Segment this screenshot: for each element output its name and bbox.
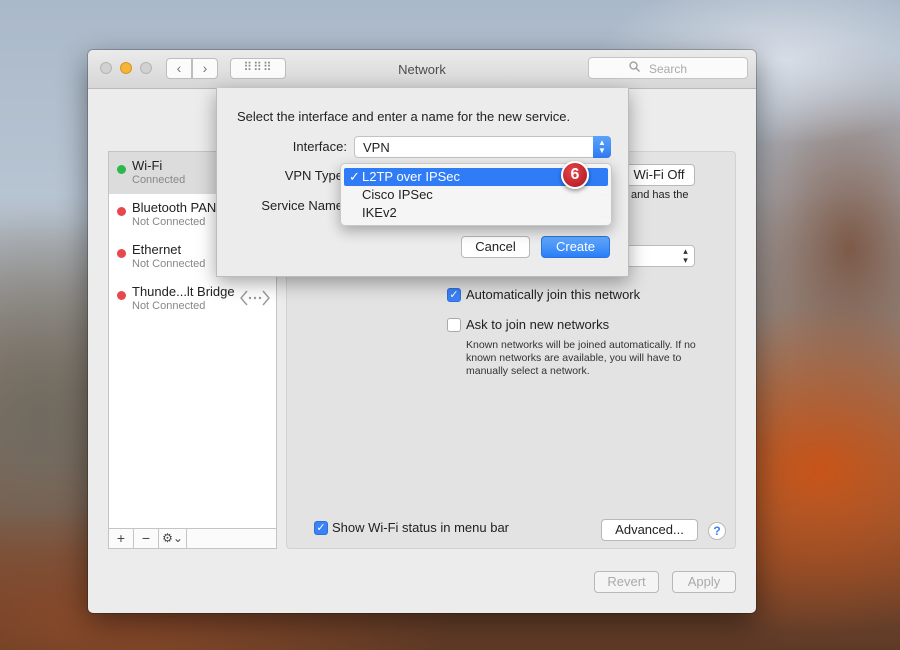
status-dot — [117, 207, 126, 216]
interface-label: Interface: — [292, 139, 347, 154]
service-status: Not Connected — [132, 258, 206, 270]
vpn-type-label: VPN Type — [284, 168, 343, 183]
service-status: Not Connected — [132, 216, 206, 228]
status-description: and has the — [631, 189, 689, 201]
title-bar: ‹ › ⠿⠿⠿ Network Search — [88, 50, 756, 89]
help-button[interactable]: ? — [708, 522, 726, 540]
ask-join-note: Known networks will be joined automatica… — [466, 339, 696, 377]
apply-button[interactable]: Apply — [672, 571, 736, 593]
cancel-button[interactable]: Cancel — [461, 236, 530, 258]
popup-arrows-icon: ▴ ▾ — [683, 246, 688, 265]
menu-item-ikev2[interactable]: IKEv2 — [344, 204, 608, 222]
menu-item-label: IKEv2 — [362, 205, 397, 220]
ask-join-label: Ask to join new networks — [466, 317, 610, 332]
checkmark-icon: ✓ — [349, 169, 360, 184]
menu-item-label: Cisco IPSec — [362, 187, 433, 202]
service-name: Thunde...lt Bridge — [132, 284, 235, 299]
menu-item-cisco-ipsec[interactable]: Cisco IPSec — [344, 186, 608, 204]
service-list-toolbar: + − ⚙⌄ — [108, 528, 277, 549]
interface-popup[interactable]: VPN ▲ ▼ — [354, 136, 611, 158]
add-service-button[interactable]: + — [109, 529, 134, 548]
service-name: Bluetooth PAN — [132, 200, 217, 215]
checkmark-icon: ✓ — [316, 522, 326, 534]
remove-service-button[interactable]: − — [134, 529, 159, 548]
search-icon — [629, 61, 640, 75]
advanced-button[interactable]: Advanced... — [601, 519, 698, 541]
revert-button[interactable]: Revert — [594, 571, 659, 593]
menu-item-label: L2TP over IPSec — [362, 169, 461, 184]
show-wifi-status-checkbox[interactable]: ✓ — [314, 521, 328, 535]
service-name: Ethernet — [132, 242, 182, 257]
turn-wifi-off-button[interactable]: Wi-Fi Off — [623, 164, 695, 186]
auto-join-checkbox[interactable]: ✓ — [447, 288, 461, 302]
search-placeholder: Search — [649, 62, 688, 76]
create-button[interactable]: Create — [541, 236, 610, 258]
step-number-badge: 6 — [561, 161, 589, 189]
service-name-label: Service Name — [261, 198, 343, 213]
sheet-prompt: Select the interface and enter a name fo… — [237, 109, 571, 124]
checkmark-icon: ✓ — [449, 289, 459, 301]
ask-join-checkbox[interactable] — [447, 318, 461, 332]
interface-value: VPN — [363, 140, 390, 155]
search-field[interactable]: Search — [588, 57, 748, 79]
show-wifi-status-label: Show Wi-Fi status in menu bar — [332, 520, 510, 535]
status-dot — [117, 249, 126, 258]
status-dot — [117, 165, 126, 174]
popup-arrows-icon: ▲ ▼ — [593, 136, 611, 158]
auto-join-label: Automatically join this network — [466, 287, 641, 302]
gear-menu-button[interactable]: ⚙⌄ — [159, 529, 187, 548]
service-status: Connected — [132, 174, 186, 186]
service-status: Not Connected — [132, 300, 206, 312]
bridge-icon — [239, 288, 271, 311]
status-dot — [117, 291, 126, 300]
service-name: Wi-Fi — [132, 158, 163, 173]
service-item-thunderbolt-bridge[interactable]: Thunde...lt Bridge Not Connected — [109, 278, 276, 320]
